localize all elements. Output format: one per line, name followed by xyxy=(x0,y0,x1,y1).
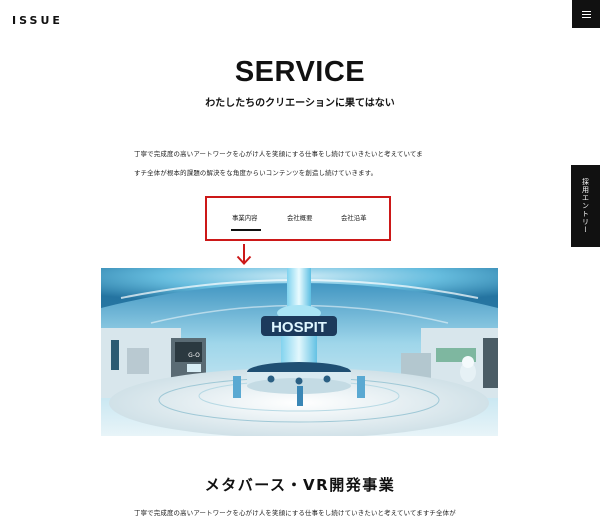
hero-sign-text: HOSPIT xyxy=(271,319,327,336)
tab-business[interactable]: 事業内容 xyxy=(232,213,258,222)
hero-image-metaverse-hospital: HOSPIT G-O xyxy=(101,268,498,436)
section-heading: メタバース・VR開発事業 xyxy=(204,476,396,494)
section-body-text: 丁寧で完成度の高いアートワークを心がけ人を笑顔にする仕事をし続けていきたいと考え… xyxy=(134,509,456,517)
hero-screen-text: G-O xyxy=(188,352,200,359)
tab-company-history[interactable]: 会社沿革 xyxy=(341,213,367,222)
logo[interactable]: ISSUE xyxy=(12,14,63,27)
intro-text: 丁寧で完成度の高いアートワークを心がけ人を笑顔にする仕事をし続けていきたいと考え… xyxy=(134,145,474,183)
recruit-entry-label: 採用エントリー xyxy=(581,178,590,234)
intro-line-1: 丁寧で完成度の高いアートワークを心がけ人を笑顔にする仕事をし続けていきたいと考え… xyxy=(134,150,423,158)
tab-navigation-highlight: 事業内容 会社概要 会社沿革 xyxy=(205,196,391,241)
recruit-entry-button[interactable]: 採用エントリー xyxy=(571,165,600,247)
intro-line-2: すチ全体が根本的課題の解決をな角度からいコンテンツを創造し続けていきます。 xyxy=(134,169,378,177)
hamburger-icon xyxy=(581,10,591,18)
tab-company-profile[interactable]: 会社概要 xyxy=(287,213,313,222)
active-tab-indicator xyxy=(231,229,261,231)
page-subtitle: わたしたちのクリエーションに果てはない xyxy=(205,98,395,109)
hamburger-menu-button[interactable] xyxy=(572,0,600,28)
page-title: SERVICE xyxy=(234,56,366,88)
arrow-down-icon xyxy=(236,244,252,265)
